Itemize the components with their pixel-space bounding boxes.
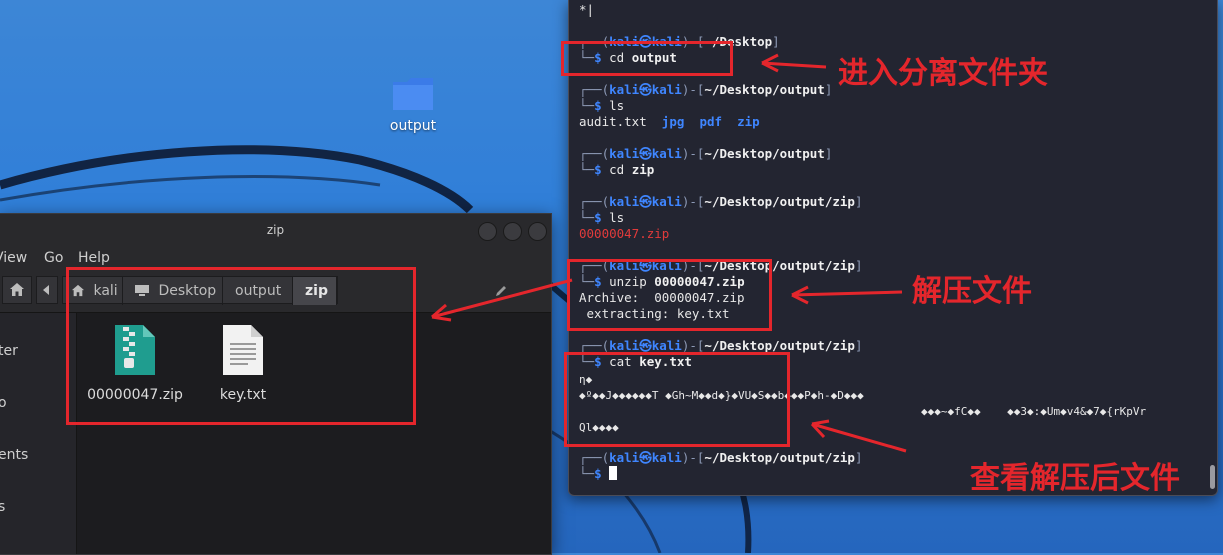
ls-zip-output: 00000047.zip <box>579 226 670 241</box>
file-manager-titlebar[interactable]: zip <box>0 214 551 248</box>
annotation-enter-folder: 进入分离文件夹 <box>838 56 1048 91</box>
back-button[interactable] <box>36 276 58 304</box>
desktop-folder-output[interactable]: output <box>385 76 441 134</box>
home-icon <box>10 283 24 296</box>
menu-help[interactable]: Help <box>78 250 110 266</box>
pencil-icon[interactable] <box>494 284 508 298</box>
command-line: └─$ ls <box>579 98 625 113</box>
prompt-line: ┌──(kali㉿kali)-[~/Desktop/output/zip] <box>579 450 863 465</box>
prompt-line: ┌──(kali㉿kali)-[~/Desktop/output] <box>579 82 833 97</box>
sidebar-item[interactable]: ents <box>0 447 28 463</box>
maximize-button[interactable] <box>503 222 522 241</box>
minimize-button[interactable] <box>478 222 497 241</box>
sidebar-item[interactable]: s <box>0 499 5 515</box>
command-line: └─$ ls <box>579 210 625 225</box>
close-button[interactable] <box>528 222 547 241</box>
terminal-scrollbar[interactable] <box>1210 465 1215 489</box>
home-button[interactable] <box>2 276 32 304</box>
desktop-folder-label: output <box>389 118 437 134</box>
chevron-left-icon <box>43 285 49 295</box>
highlight-file-view <box>66 267 416 425</box>
menu-view[interactable]: View <box>0 250 27 266</box>
sidebar-item[interactable]: ter <box>0 343 18 359</box>
menu-go[interactable]: Go <box>44 250 63 266</box>
highlight-unzip <box>567 259 772 331</box>
command-line: └─$ <box>579 466 618 482</box>
highlight-cd-output <box>561 41 733 76</box>
sidebar-item[interactable]: o <box>0 395 7 411</box>
terminal-cursor <box>609 466 618 480</box>
annotation-unzip-file: 解压文件 <box>912 274 1032 309</box>
window-title: zip <box>266 223 285 237</box>
ls-output: audit.txt jpg pdf zip <box>579 114 760 129</box>
cat-output: ◆◆◆~◆fC◆◆ ◆◆3◆:◆Um◆v4&◆7◆{rKpVr <box>921 405 1147 418</box>
annotation-view-unzipped: 查看解压后文件 <box>970 461 1180 496</box>
terminal-line: *| <box>579 2 595 17</box>
prompt-line: ┌──(kali㉿kali)-[~/Desktop/output] <box>579 146 833 161</box>
command-line: └─$ cd zip <box>579 162 655 177</box>
highlight-cat <box>564 352 790 447</box>
prompt-line: ┌──(kali㉿kali)-[~/Desktop/output/zip] <box>579 194 863 209</box>
folder-icon <box>393 78 433 110</box>
